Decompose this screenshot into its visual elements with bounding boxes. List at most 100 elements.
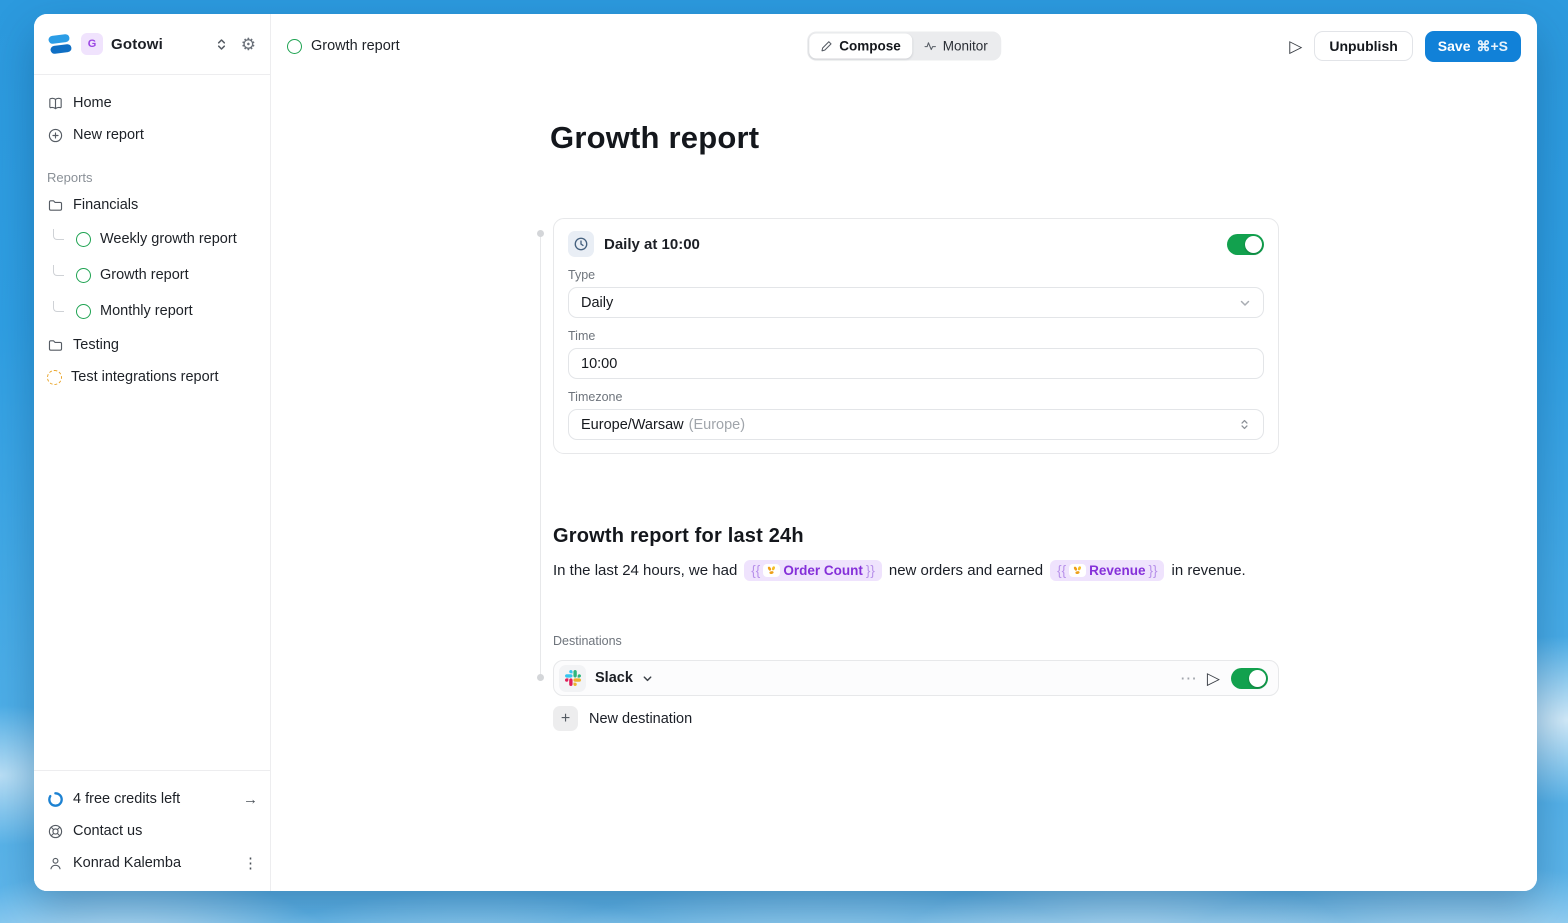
timeline-dot [537, 230, 544, 237]
folder-label: Testing [73, 337, 119, 353]
tab-compose-label: Compose [839, 38, 901, 54]
folder-icon [48, 339, 63, 351]
more-options-icon[interactable]: ⋯ [1180, 670, 1198, 687]
timezone-field-label: Timezone [568, 390, 623, 404]
credits-item[interactable]: 4 free credits left → [47, 783, 258, 815]
token-open-brace: {{ [1057, 563, 1067, 578]
user-account-item[interactable]: Konrad Kalemba ⋮ [47, 847, 258, 879]
sidebar-item-new-report[interactable]: New report [47, 119, 258, 151]
sidebar-item-label: Home [73, 95, 112, 111]
report-label: Weekly growth report [100, 231, 237, 247]
tree-connector [53, 229, 64, 240]
destination-row-slack[interactable]: Slack ⋯ ▷ [553, 660, 1279, 696]
save-button[interactable]: Save ⌘+S [1424, 30, 1521, 62]
published-report-icon [76, 267, 91, 283]
user-name: Konrad Kalemba [73, 855, 182, 871]
sentence-part: in revenue. [1171, 562, 1246, 579]
destination-name: Slack [595, 670, 633, 686]
sidebar-folder-financials[interactable]: Financials [47, 189, 258, 221]
settings-button[interactable]: ⚙ [239, 34, 258, 55]
workspace-switcher[interactable]: G Gotowi ⚙ [34, 14, 270, 75]
schedule-enabled-toggle[interactable] [1227, 233, 1264, 255]
timezone-select-suffix: (Europe) [688, 416, 746, 433]
slack-icon [564, 670, 581, 686]
clock-icon [574, 237, 588, 251]
reports-section-label: Reports [47, 169, 93, 185]
arrow-right-icon[interactable]: → [243, 792, 258, 807]
timeline-line [540, 233, 541, 677]
sidebar-report-weekly-growth[interactable]: Weekly growth report [47, 221, 258, 257]
sidebar-folder-testing[interactable]: Testing [47, 329, 258, 361]
variable-token-revenue[interactable]: {{ Revenue }} [1050, 560, 1165, 581]
sidebar-item-home[interactable]: Home [47, 87, 258, 119]
token-close-brace: }} [865, 563, 875, 578]
token-chip [763, 564, 781, 577]
folder-label: Financials [73, 197, 139, 213]
tree-connector [53, 265, 64, 276]
schedule-card: Daily at 10:00 Type Daily Time 10:00 Tim… [553, 218, 1279, 454]
timezone-select-value: Europe/Warsaw [581, 416, 684, 433]
destinations-label: Destinations [553, 634, 622, 648]
published-report-icon [76, 303, 91, 319]
tab-monitor[interactable]: Monitor [912, 34, 999, 59]
plus-icon: + [553, 706, 578, 731]
run-report-icon[interactable]: ▷ [1289, 38, 1302, 55]
token-close-brace: }} [1148, 563, 1158, 578]
app-window: G Gotowi ⚙ Home New report Reports Finan… [34, 14, 1537, 891]
chevron-down-icon [1240, 300, 1250, 306]
sidebar-report-monthly[interactable]: Monthly report [47, 293, 258, 329]
credits-label: 4 free credits left [73, 791, 181, 807]
topbar-title-label: Growth report [311, 38, 400, 54]
chevron-up-down-icon [217, 38, 225, 50]
kebab-menu-icon[interactable]: ⋮ [243, 856, 258, 871]
sidebar-item-label: New report [73, 127, 144, 143]
main-area: Growth report Compose Monitor ▷ Unpublis… [271, 14, 1537, 891]
lifebuoy-icon [48, 824, 63, 838]
variable-token-order-count[interactable]: {{ Order Count }} [744, 560, 882, 581]
tab-monitor-label: Monitor [942, 38, 988, 54]
chevron-up-down-icon [1241, 419, 1248, 430]
schedule-title: Daily at 10:00 [604, 235, 700, 253]
timeline-dot [537, 674, 544, 681]
sentence-part: In the last 24 hours, we had [553, 562, 738, 579]
new-destination-label: New destination [589, 710, 693, 727]
sidebar-report-growth[interactable]: Growth report [47, 257, 258, 293]
type-field-label: Type [568, 268, 596, 282]
time-field-label: Time [568, 329, 596, 343]
workspace-selector-button[interactable] [212, 35, 231, 54]
token-chip [1069, 564, 1087, 577]
save-button-label: Save [1437, 38, 1471, 54]
tab-compose[interactable]: Compose [809, 33, 912, 59]
destination-enabled-toggle[interactable] [1231, 667, 1268, 689]
integration-source-icon [768, 566, 776, 575]
report-block-heading: Growth report for last 24h [553, 525, 804, 547]
contact-us-item[interactable]: Contact us [47, 815, 258, 847]
published-report-icon [287, 38, 302, 54]
schedule-card-header: Daily at 10:00 [568, 231, 1264, 257]
token-label: Order Count [783, 563, 863, 578]
book-icon [49, 97, 62, 109]
sidebar-nav: Home New report Reports Financials Weekl… [34, 75, 270, 393]
clock-icon-chip [568, 231, 594, 257]
time-input-value: 10:00 [581, 355, 618, 372]
run-destination-icon[interactable]: ▷ [1207, 670, 1220, 687]
person-icon [50, 857, 61, 869]
type-select[interactable]: Daily [568, 287, 1264, 318]
timezone-select[interactable]: Europe/Warsaw (Europe) [568, 409, 1264, 440]
topbar-report-title: Growth report [287, 38, 400, 54]
report-block-text: In the last 24 hours, we had {{ Order Co… [553, 560, 1246, 581]
sentence-part: new orders and earned [888, 562, 1044, 579]
token-label: Revenue [1089, 563, 1146, 578]
time-input[interactable]: 10:00 [568, 348, 1264, 379]
unpublish-button[interactable]: Unpublish [1314, 31, 1413, 61]
published-report-icon [76, 231, 91, 247]
integration-source-icon [1074, 566, 1082, 575]
report-label: Monthly report [100, 303, 193, 319]
token-open-brace: {{ [751, 563, 761, 578]
chevron-down-icon[interactable] [642, 673, 653, 684]
desktop-background: G Gotowi ⚙ Home New report Reports Finan… [0, 0, 1568, 923]
sidebar-report-test-integrations[interactable]: Test integrations report [47, 361, 258, 393]
draft-report-icon [47, 369, 62, 385]
new-destination-button[interactable]: + New destination [553, 706, 692, 731]
pencil-icon [821, 41, 832, 52]
